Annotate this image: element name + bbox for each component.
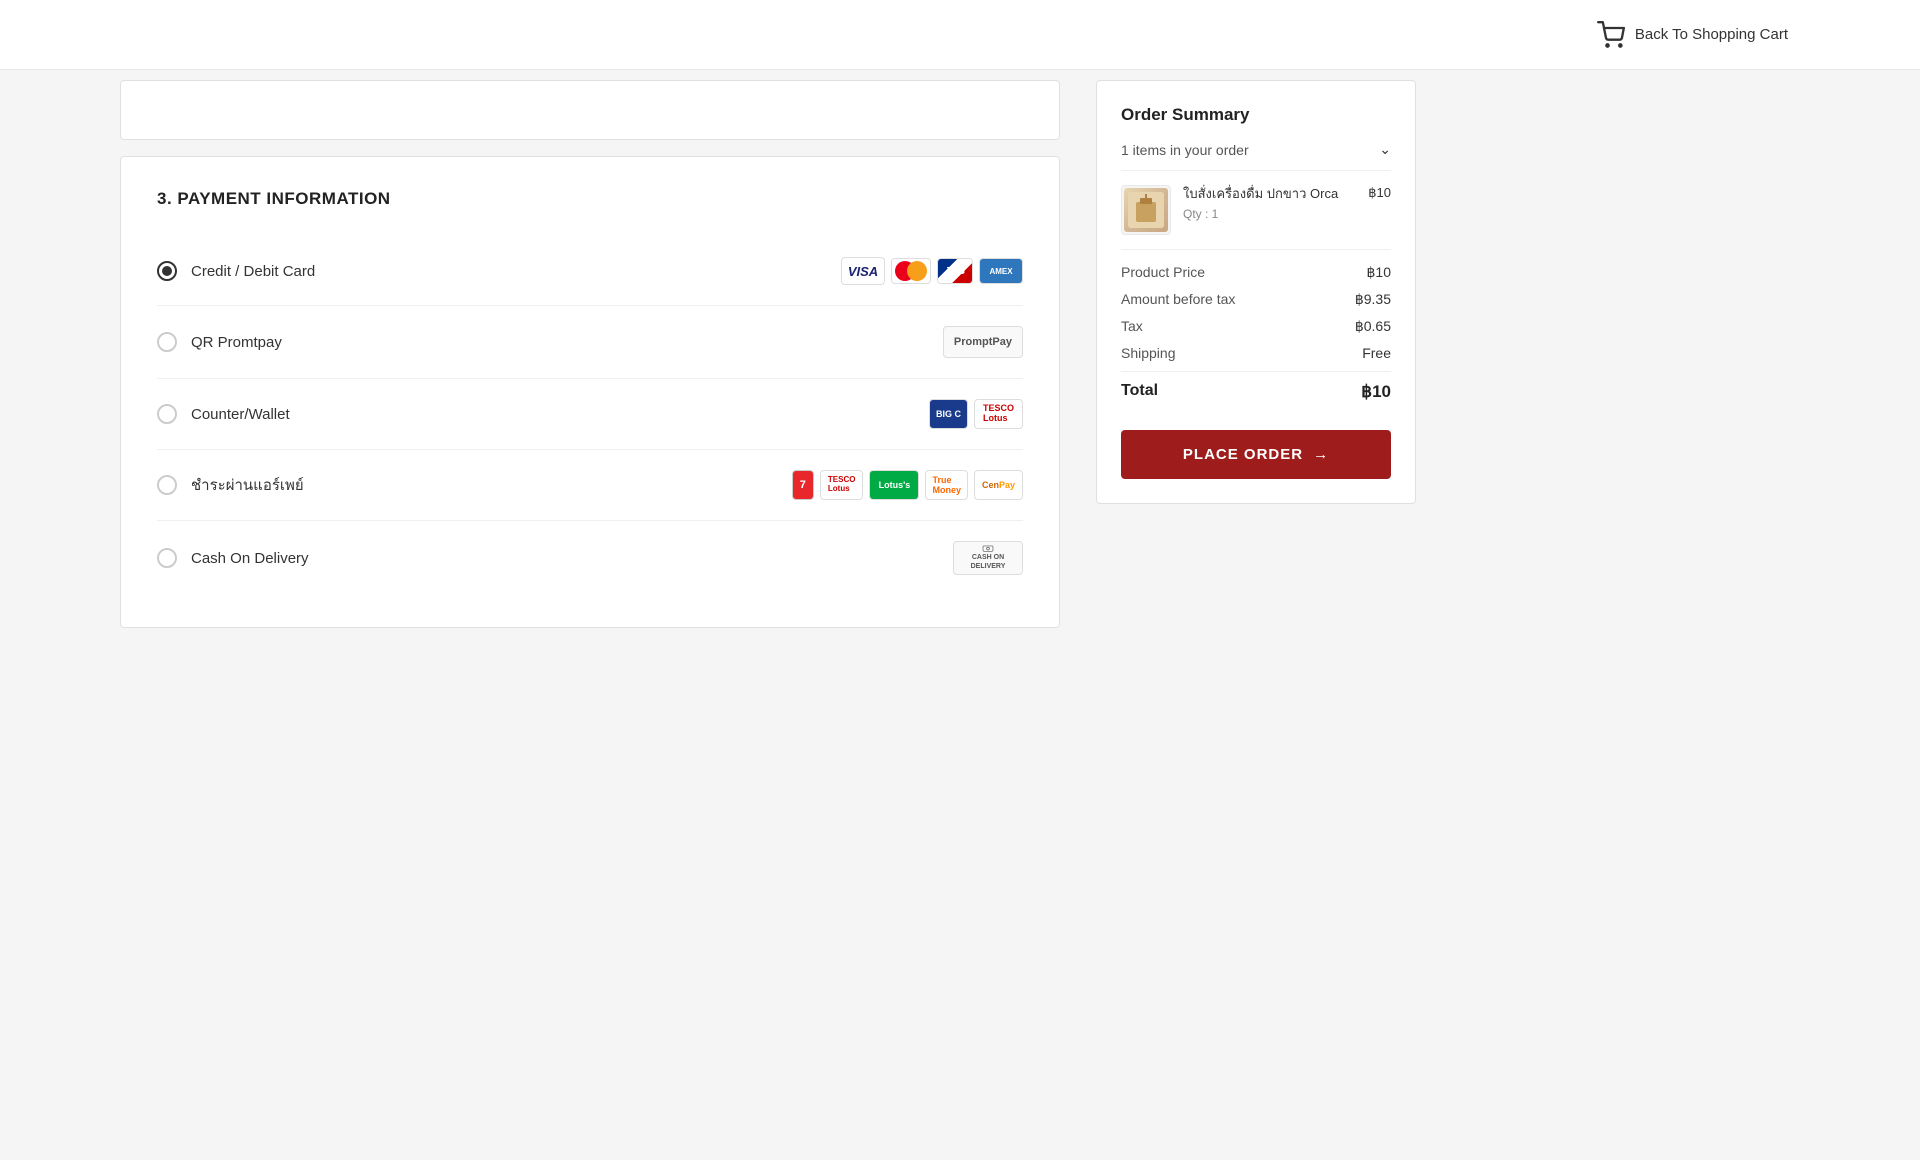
jcb-icon: JCB — [937, 258, 973, 284]
radio-credit-debit[interactable] — [157, 261, 177, 281]
place-order-arrow: → — [1313, 446, 1329, 463]
cart-icon — [1597, 21, 1625, 49]
order-summary-title: Order Summary — [1121, 105, 1391, 125]
amex-icon: AMEX — [979, 258, 1023, 284]
radio-counter-wallet[interactable] — [157, 404, 177, 424]
radio-qr-promptpay[interactable] — [157, 332, 177, 352]
truemoney-icon: TrueMoney — [925, 470, 968, 500]
option-left-cod: Cash On Delivery — [157, 548, 309, 568]
promptpay-icon: PromptPay — [943, 326, 1023, 358]
airpay-icons: 7 TESCOLotus Lotus's TrueMoney CenPay — [792, 470, 1023, 500]
back-to-cart-button[interactable]: Back To Shopping Cart — [1585, 13, 1800, 57]
chevron-up-icon[interactable]: ⌄ — [1379, 141, 1391, 158]
tesco2-icon: TESCOLotus — [820, 470, 864, 500]
shipping-label: Shipping — [1121, 345, 1176, 361]
mastercard-icon — [891, 258, 931, 284]
total-value: ฿10 — [1361, 382, 1391, 402]
product-thumbnail — [1121, 185, 1171, 235]
payment-option-counter: Counter/Wallet BIG C TESCOLotus — [157, 379, 1023, 450]
counter-wallet-label: Counter/Wallet — [191, 406, 290, 423]
tax-value: ฿0.65 — [1355, 318, 1391, 335]
product-price: ฿10 — [1368, 185, 1391, 201]
product-image — [1124, 188, 1168, 232]
shipping-value: Free — [1362, 345, 1391, 361]
cash-delivery-label: Cash On Delivery — [191, 550, 309, 567]
items-count-label: 1 items in your order — [1121, 142, 1249, 158]
cod-icons: CASH ONDELIVERY — [953, 541, 1023, 575]
price-row-shipping: Shipping Free — [1121, 345, 1391, 361]
back-to-cart-label: Back To Shopping Cart — [1635, 26, 1788, 43]
order-product-item: ใบสั่งเครื่องดื่ม ปกขาว Orca Qty : 1 ฿10 — [1121, 171, 1391, 250]
qr-icons: PromptPay — [943, 326, 1023, 358]
total-label: Total — [1121, 382, 1158, 402]
product-price-value: ฿10 — [1367, 264, 1391, 281]
price-row-product: Product Price ฿10 — [1121, 264, 1391, 281]
cenpay-icon: CenPay — [974, 470, 1023, 500]
radio-cash-delivery[interactable] — [157, 548, 177, 568]
lotus-s-icon: Lotus's — [869, 470, 919, 500]
top-header: Back To Shopping Cart — [0, 0, 1920, 70]
order-summary-box: Order Summary 1 items in your order ⌄ — [1096, 80, 1416, 504]
airpay-label: ชำระผ่านแอร์เพย์ — [191, 473, 304, 497]
seven-eleven-icon: 7 — [792, 470, 814, 500]
payment-option-cod: Cash On Delivery CASH ONDELIVERY — [157, 521, 1023, 595]
product-info: ใบสั่งเครื่องดื่ม ปกขาว Orca Qty : 1 — [1183, 185, 1356, 221]
bigc-icon: BIG C — [929, 399, 968, 429]
price-breakdown: Product Price ฿10 Amount before tax ฿9.3… — [1121, 250, 1391, 426]
price-row-tax: Tax ฿0.65 — [1121, 318, 1391, 335]
qr-promptpay-label: QR Promtpay — [191, 334, 282, 351]
items-header: 1 items in your order ⌄ — [1121, 141, 1391, 171]
before-tax-label: Amount before tax — [1121, 291, 1235, 308]
before-tax-value: ฿9.35 — [1355, 291, 1391, 308]
radio-airpay[interactable] — [157, 475, 177, 495]
place-order-button[interactable]: PLACE ORDER → — [1121, 430, 1391, 479]
place-order-label: PLACE ORDER — [1183, 446, 1303, 463]
page-content: 3. PAYMENT INFORMATION Credit / Debit Ca… — [0, 80, 1920, 668]
product-price-label: Product Price — [1121, 264, 1205, 281]
option-left-credit: Credit / Debit Card — [157, 261, 315, 281]
product-qty: Qty : 1 — [1183, 207, 1356, 221]
option-left-qr: QR Promtpay — [157, 332, 282, 352]
visa-icon: VISA — [841, 257, 885, 285]
credit-debit-label: Credit / Debit Card — [191, 263, 315, 280]
price-row-before-tax: Amount before tax ฿9.35 — [1121, 291, 1391, 308]
option-left-counter: Counter/Wallet — [157, 404, 290, 424]
cash-on-delivery-icon: CASH ONDELIVERY — [953, 541, 1023, 575]
payment-option-airpay: ชำระผ่านแอร์เพย์ 7 TESCOLotus Lotus's Tr… — [157, 450, 1023, 521]
order-summary-sidebar: Order Summary 1 items in your order ⌄ — [1096, 80, 1416, 628]
option-left-airpay: ชำระผ่านแอร์เพย์ — [157, 473, 304, 497]
payment-option-qr: QR Promtpay PromptPay — [157, 306, 1023, 379]
payment-section-title: 3. PAYMENT INFORMATION — [157, 189, 1023, 209]
main-area: 3. PAYMENT INFORMATION Credit / Debit Ca… — [120, 80, 1060, 628]
credit-card-icons: VISA JCB AMEX — [841, 257, 1023, 285]
tax-label: Tax — [1121, 318, 1143, 335]
price-row-total: Total ฿10 — [1121, 371, 1391, 402]
counter-icons: BIG C TESCOLotus — [929, 399, 1023, 429]
payment-section: 3. PAYMENT INFORMATION Credit / Debit Ca… — [120, 156, 1060, 628]
payment-option-credit: Credit / Debit Card VISA JCB A — [157, 237, 1023, 306]
product-name: ใบสั่งเครื่องดื่ม ปกขาว Orca — [1183, 185, 1356, 203]
previous-section-stub — [120, 80, 1060, 140]
tesco-lotus-icon: TESCOLotus — [974, 399, 1023, 429]
